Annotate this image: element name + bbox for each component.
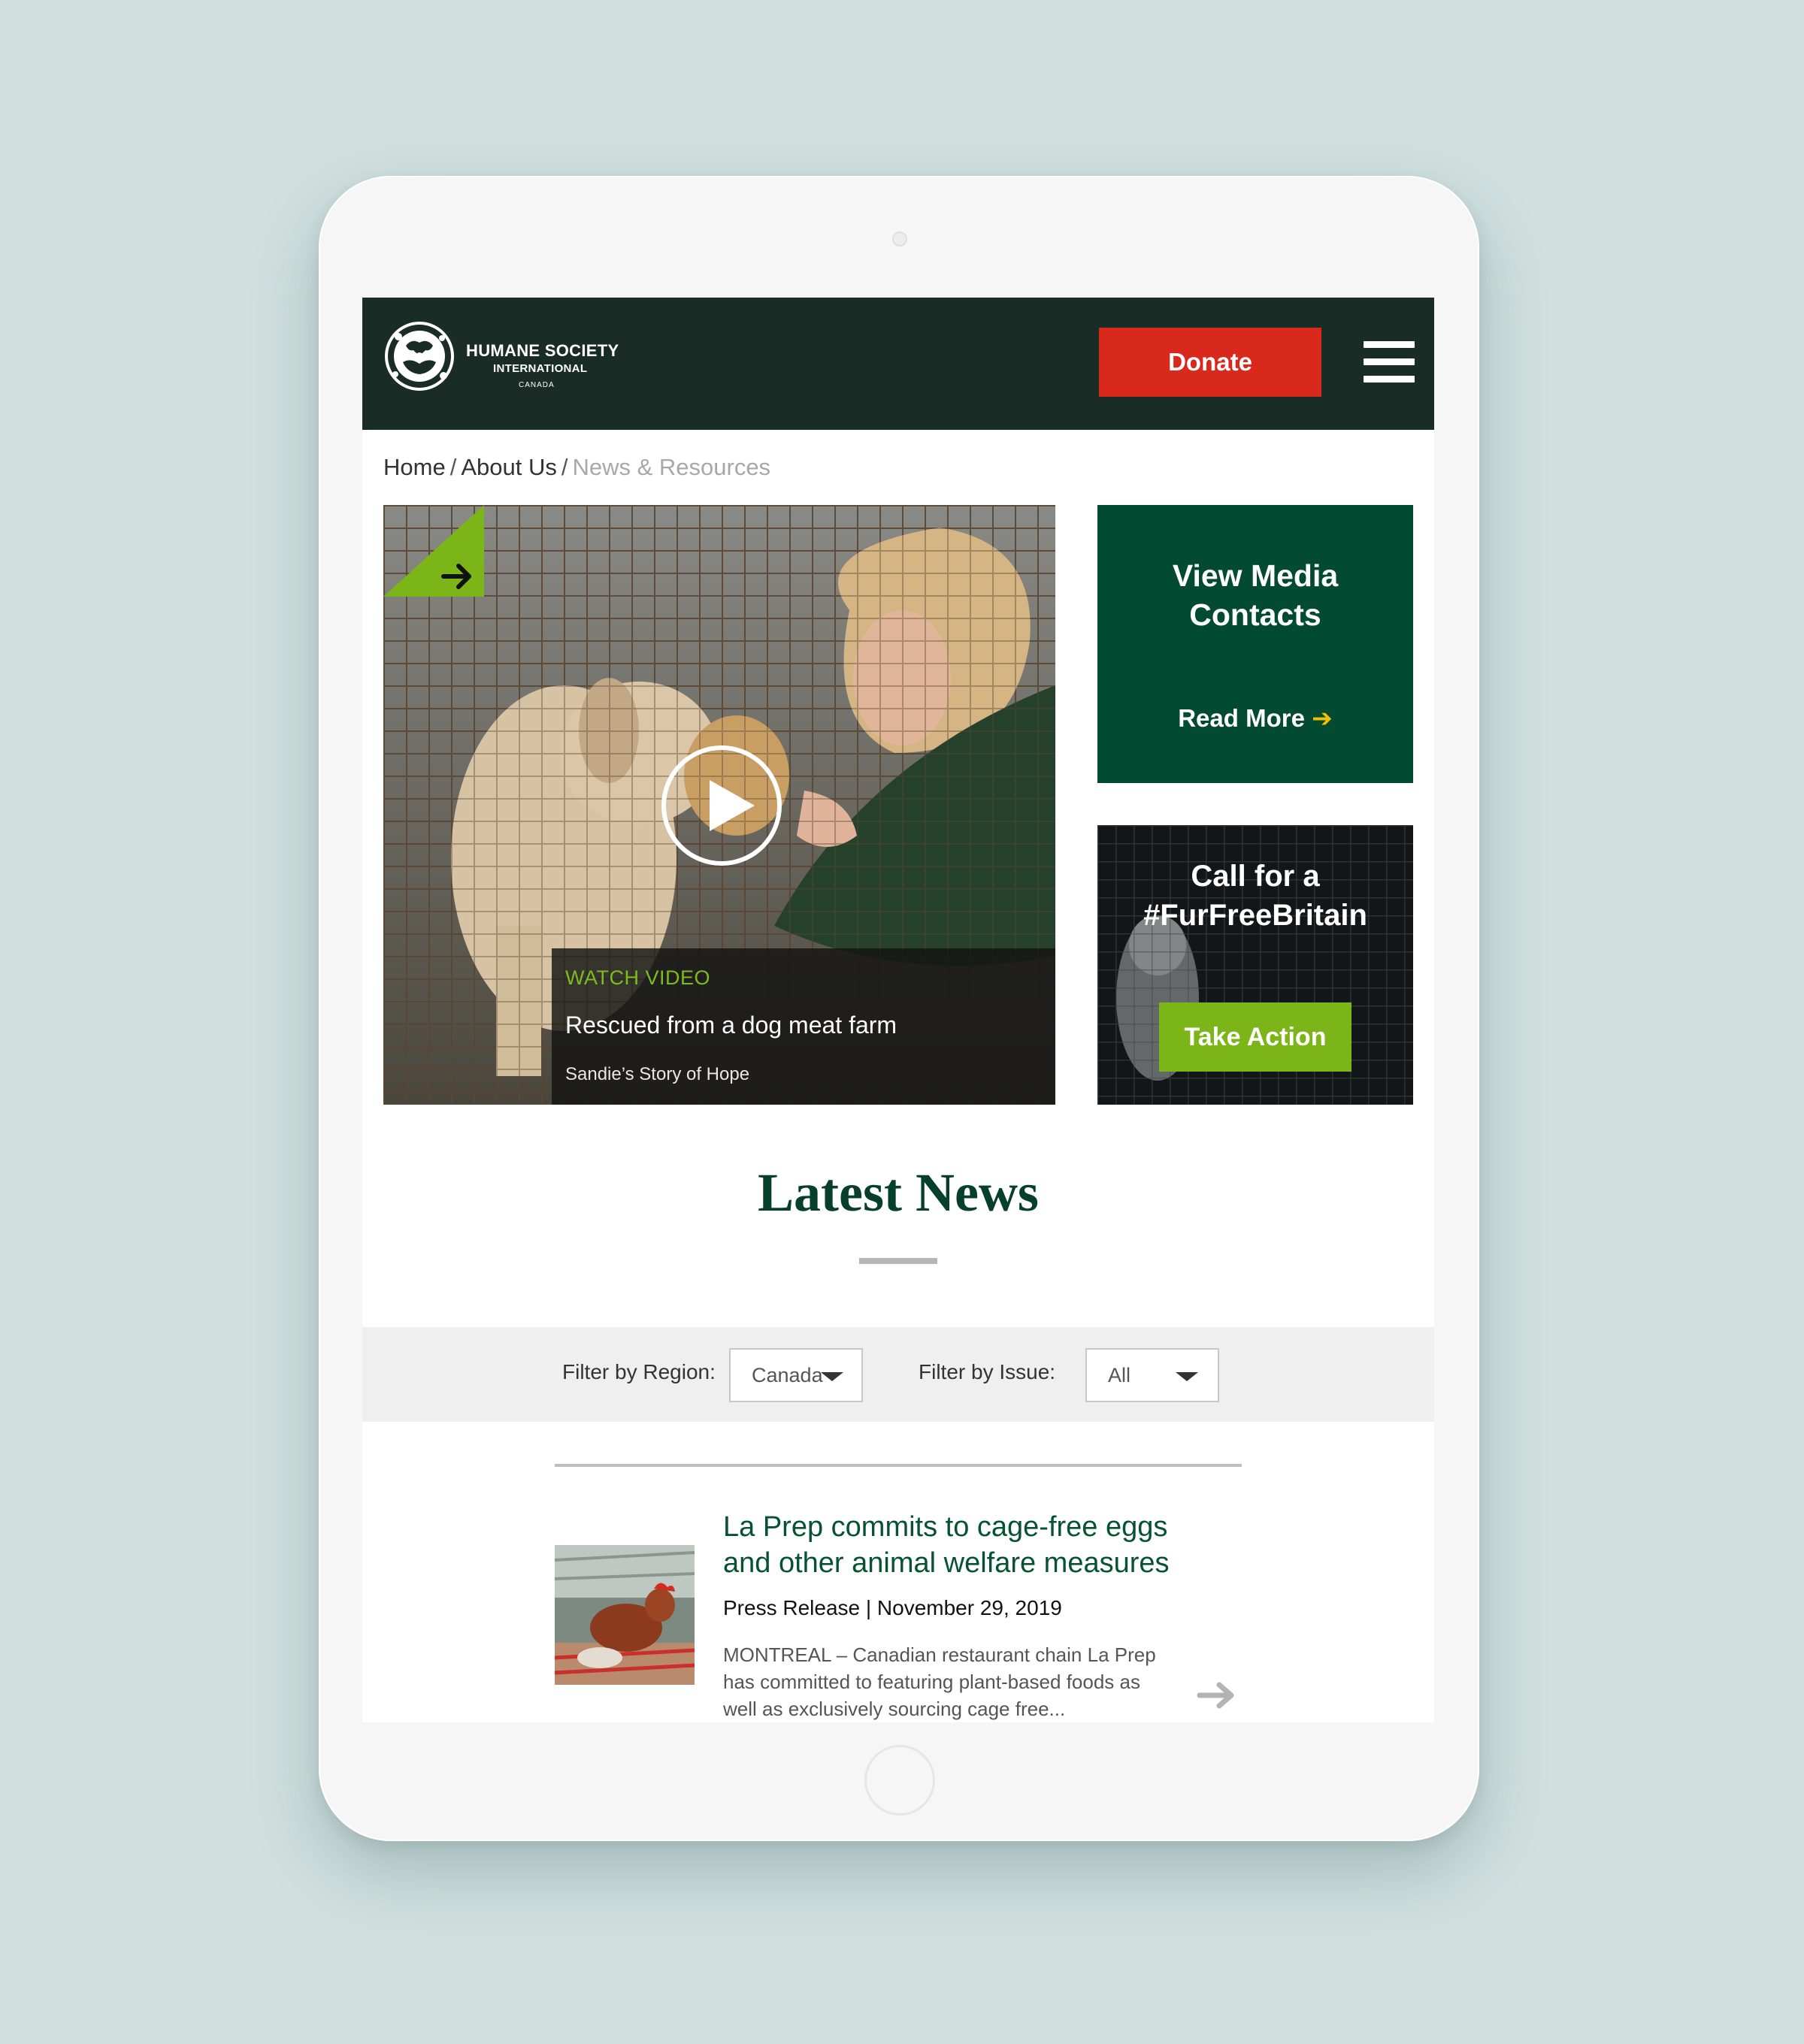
breadcrumb-separator: / — [561, 454, 568, 480]
arrow-right-icon[interactable] — [1197, 1680, 1237, 1710]
breadcrumb-home-link[interactable]: Home — [383, 454, 446, 480]
issue-filter-label: Filter by Issue: — [919, 1360, 1056, 1383]
menu-icon[interactable] — [1364, 341, 1415, 383]
hsi-logo[interactable]: HUMANE SOCIETY INTERNATIONAL CANADA — [383, 320, 639, 403]
donate-button[interactable]: Donate — [1099, 328, 1321, 397]
arrow-right-icon[interactable] — [383, 505, 484, 597]
chicken-image — [555, 1545, 695, 1685]
site-header: HUMANE SOCIETY INTERNATIONAL CANADA Dona… — [362, 298, 1434, 430]
logo-line-3: CANADA — [519, 381, 555, 389]
fur-free-title: Call for a #FurFreeBritain — [1097, 857, 1413, 935]
globe-animals-icon — [385, 322, 454, 391]
arrow-right-icon: ➔ — [1312, 704, 1333, 732]
media-contacts-title: View Media Contacts — [1097, 556, 1413, 634]
video-caption: WATCH VIDEO Rescued from a dog meat farm… — [552, 948, 1055, 1105]
read-more-link[interactable]: Read More ➔ — [1097, 703, 1413, 733]
video-title[interactable]: Rescued from a dog meat farm — [565, 1011, 897, 1039]
filter-bar: Filter by Region: Canada Filter by Issue… — [362, 1327, 1434, 1422]
heading-divider — [859, 1258, 937, 1264]
issue-select-value: All — [1108, 1363, 1131, 1386]
news-divider — [555, 1464, 1242, 1467]
region-select[interactable]: Canada — [729, 1348, 863, 1402]
tablet-home-button — [864, 1745, 935, 1816]
news-thumbnail[interactable] — [555, 1545, 695, 1685]
play-icon[interactable] — [661, 745, 782, 866]
video-subtitle: Sandie’s Story of Hope — [565, 1064, 750, 1084]
news-meta: Press Release | November 29, 2019 — [723, 1596, 1062, 1619]
read-more-label: Read More — [1178, 704, 1305, 732]
region-filter-label: Filter by Region: — [562, 1360, 716, 1383]
news-excerpt: MONTREAL – Canadian restaurant chain La … — [723, 1643, 1156, 1720]
region-select-value: Canada — [752, 1363, 823, 1386]
fur-free-title-line-2: #FurFreeBritain — [1143, 899, 1367, 932]
watch-video-label: WATCH VIDEO — [565, 966, 710, 989]
breadcrumb-about-link[interactable]: About Us — [461, 454, 557, 480]
issue-select[interactable]: All — [1085, 1348, 1219, 1402]
media-contacts-title-line-2: Contacts — [1189, 597, 1321, 632]
take-action-button[interactable]: Take Action — [1159, 1002, 1351, 1072]
logo-line-1: HUMANE SOCIETY — [466, 341, 619, 360]
logo-text: HUMANE SOCIETY INTERNATIONAL CANADA — [466, 341, 619, 389]
breadcrumb: Home / About Us / News & Resources — [383, 454, 770, 481]
media-contacts-title-line-1: View Media — [1172, 558, 1339, 593]
featured-video[interactable]: WATCH VIDEO Rescued from a dog meat farm… — [383, 505, 1055, 1105]
logo-line-2: INTERNATIONAL — [493, 362, 588, 375]
breadcrumb-current: News & Resources — [572, 454, 771, 480]
fur-free-title-line-1: Call for a — [1191, 860, 1320, 893]
news-title-link[interactable]: La Prep commits to cage-free eggs and ot… — [723, 1509, 1204, 1581]
breadcrumb-separator: / — [449, 454, 457, 480]
media-contacts-card[interactable]: View Media Contacts Read More ➔ — [1097, 505, 1413, 783]
chevron-down-icon — [821, 1372, 843, 1381]
chevron-down-icon — [1176, 1372, 1198, 1381]
tablet-camera — [892, 231, 907, 246]
latest-news-heading: Latest News — [758, 1163, 1039, 1223]
website-screen: HUMANE SOCIETY INTERNATIONAL CANADA Dona… — [362, 298, 1434, 1722]
fur-free-britain-card: Call for a #FurFreeBritain Take Action — [1097, 825, 1413, 1105]
